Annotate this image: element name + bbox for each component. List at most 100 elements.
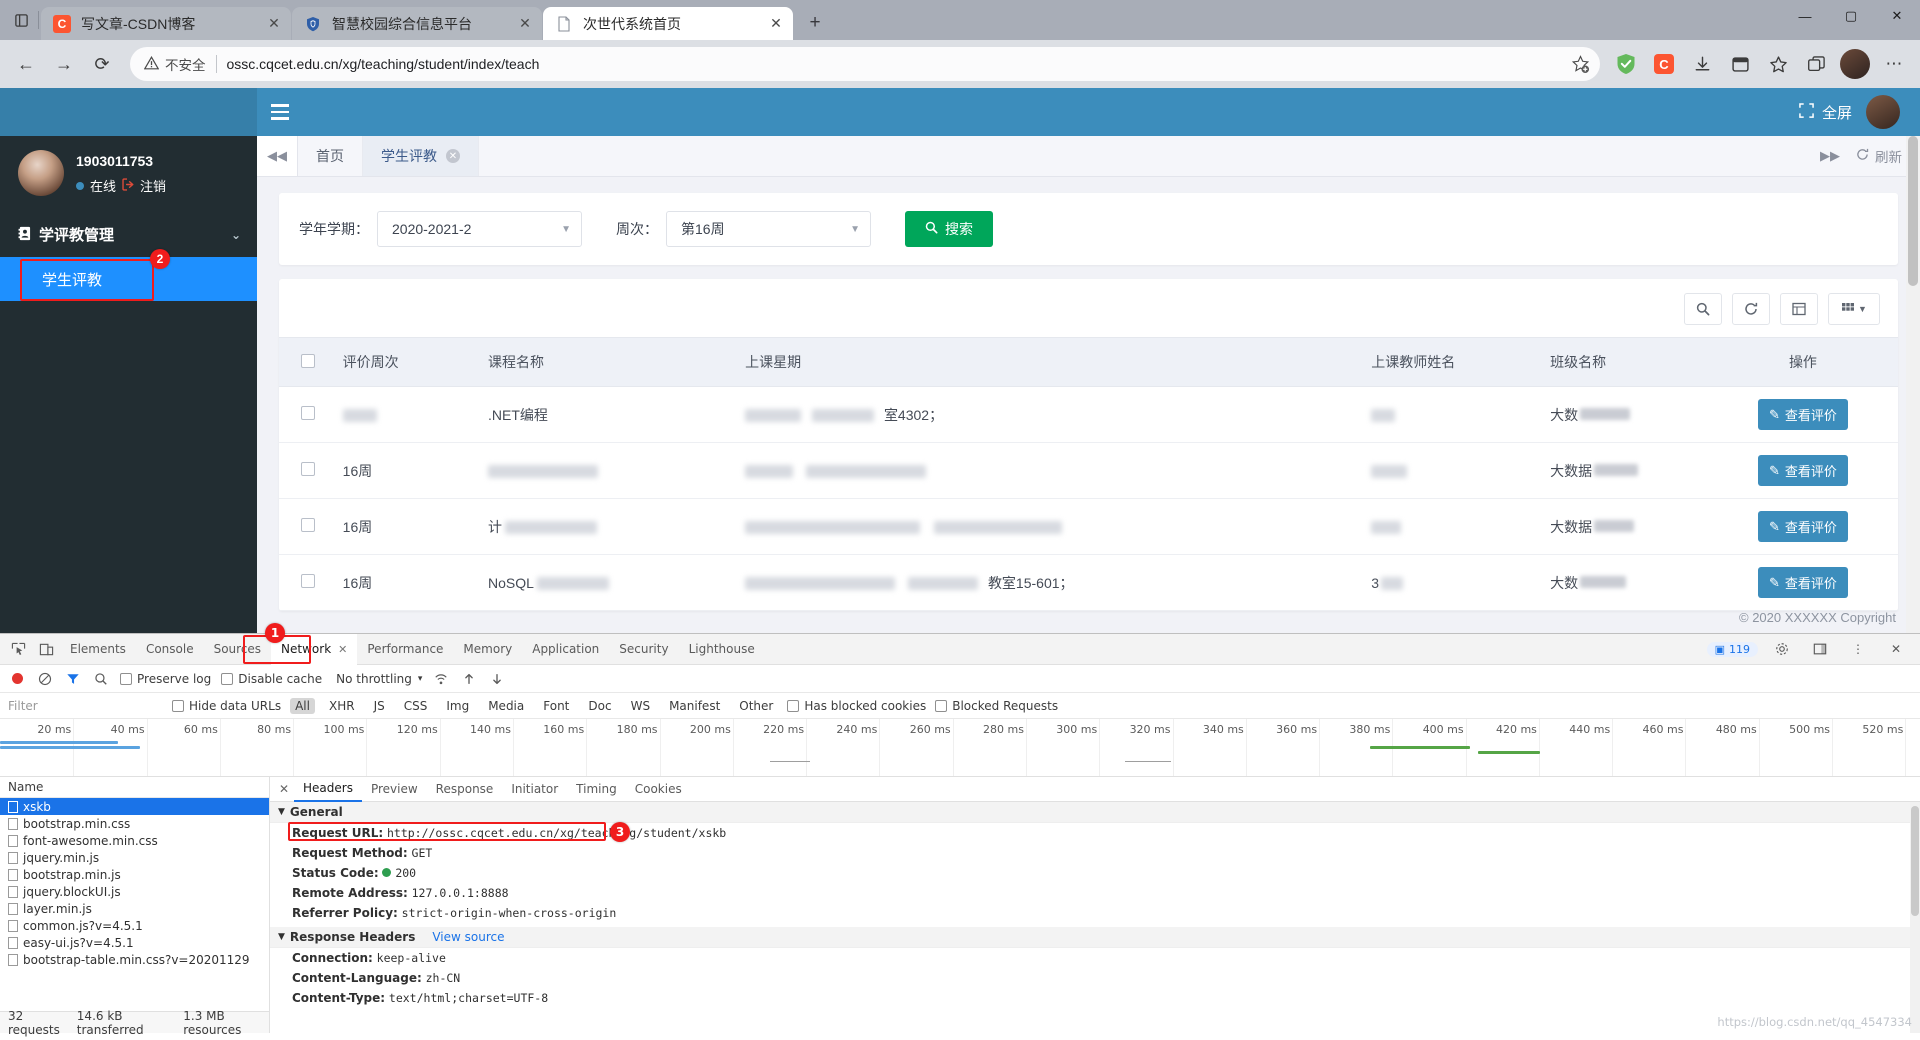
view-evaluation-button[interactable]: ✎查看评价 — [1758, 567, 1848, 598]
profile-avatar[interactable] — [1840, 49, 1870, 79]
adguard-shield-icon[interactable] — [1608, 46, 1644, 82]
devtools-tab-network-close-icon[interactable]: ✕ — [338, 643, 347, 656]
detail-tab-headers[interactable]: Headers — [294, 777, 362, 802]
request-row[interactable]: common.js?v=4.5.1 — [0, 917, 269, 934]
download-icon[interactable] — [1684, 46, 1720, 82]
address-bar[interactable]: 不安全 ossc.cqcet.edu.cn/xg/teaching/studen… — [130, 47, 1600, 81]
filter-input[interactable]: Filter — [0, 699, 160, 713]
table-columns-icon[interactable]: ▼ — [1828, 293, 1880, 325]
filter-type-doc[interactable]: Doc — [583, 698, 616, 714]
request-row[interactable]: font-awesome.min.css — [0, 832, 269, 849]
browser-tab-1[interactable]: C 写文章-CSDN博客 ✕ — [41, 7, 291, 40]
new-tab-button[interactable]: + — [800, 8, 830, 38]
request-row[interactable]: easy-ui.js?v=4.5.1 — [0, 934, 269, 951]
col-action[interactable]: 操作 — [1708, 338, 1898, 387]
col-class[interactable]: 班级名称 — [1540, 338, 1708, 387]
devtools-tab-console[interactable]: Console — [136, 634, 204, 665]
filter-type-font[interactable]: Font — [538, 698, 574, 714]
request-rows[interactable]: xskbbootstrap.min.cssfont-awesome.min.cs… — [0, 798, 269, 1011]
search-button[interactable]: 搜索 — [905, 211, 993, 247]
blocked-requests-checkbox[interactable]: Blocked Requests — [935, 699, 1058, 713]
window-maximize-button[interactable]: ▢ — [1828, 0, 1874, 32]
export-har-icon[interactable] — [488, 670, 506, 688]
detail-close-icon[interactable]: ✕ — [274, 782, 294, 796]
table-row[interactable]: 16周 计 大数据 ✎查看评价 — [279, 499, 1898, 555]
filter-type-other[interactable]: Other — [734, 698, 778, 714]
search-icon[interactable] — [92, 670, 110, 688]
devtools-tab-security[interactable]: Security — [609, 634, 678, 665]
browser-tabs-icon[interactable] — [1798, 46, 1834, 82]
table-search-icon[interactable] — [1684, 293, 1722, 325]
hide-data-urls-checkbox[interactable]: Hide data URLs — [172, 699, 281, 713]
forward-button[interactable]: → — [46, 46, 82, 82]
view-evaluation-button[interactable]: ✎查看评价 — [1758, 511, 1848, 542]
filter-type-js[interactable]: JS — [369, 698, 390, 714]
row-checkbox[interactable] — [301, 574, 315, 588]
col-course[interactable]: 课程名称 — [478, 338, 735, 387]
row-checkbox[interactable] — [301, 518, 315, 532]
filter-type-manifest[interactable]: Manifest — [664, 698, 725, 714]
header-avatar[interactable] — [1866, 95, 1900, 129]
filter-type-css[interactable]: CSS — [399, 698, 433, 714]
devtools-tab-application[interactable]: Application — [522, 634, 609, 665]
collapse-left-icon[interactable]: ◀◀ — [257, 136, 298, 176]
filter-type-img[interactable]: Img — [441, 698, 474, 714]
back-button[interactable]: ← — [8, 46, 44, 82]
request-list-header[interactable]: Name — [0, 777, 269, 798]
sidebar-group-header[interactable]: 学评教管理 ⌄ — [0, 212, 257, 257]
page-scrollbar[interactable] — [1906, 136, 1920, 633]
filter-type-ws[interactable]: WS — [626, 698, 655, 714]
record-icon[interactable] — [8, 670, 26, 688]
browser-tab-3[interactable]: 次世代系统首页 ✕ — [543, 7, 793, 40]
col-week[interactable]: 评价周次 — [333, 338, 478, 387]
issues-count-badge[interactable]: ▣ 119 — [1707, 642, 1758, 657]
browser-tab-2-close-icon[interactable]: ✕ — [514, 13, 536, 35]
filter-type-xhr[interactable]: XHR — [324, 698, 360, 714]
settings-gear-icon[interactable] — [1768, 635, 1796, 663]
row-checkbox[interactable] — [301, 406, 315, 420]
fullscreen-button[interactable]: 全屏 — [1799, 102, 1852, 123]
import-har-icon[interactable] — [460, 670, 478, 688]
window-close-button[interactable]: ✕ — [1874, 0, 1920, 32]
window-minimize-button[interactable]: — — [1782, 0, 1828, 32]
view-evaluation-button[interactable]: ✎查看评价 — [1758, 399, 1848, 430]
col-day[interactable]: 上课星期 — [735, 338, 1361, 387]
table-row[interactable]: 16周 NoSQL 教室15-601； 3 大数 ✎查看评价 — [279, 555, 1898, 611]
request-row[interactable]: jquery.min.js — [0, 849, 269, 866]
site-security-indicator[interactable]: 不安全 — [144, 54, 206, 74]
tab-student-eval[interactable]: 学生评教 ✕ — [363, 136, 479, 176]
hamburger-icon[interactable] — [257, 88, 303, 136]
logout-link[interactable]: 注销 — [122, 176, 166, 195]
browser-tab-1-close-icon[interactable]: ✕ — [263, 13, 285, 35]
network-timeline[interactable]: 20 ms40 ms60 ms80 ms100 ms120 ms140 ms16… — [0, 719, 1920, 777]
detail-tab-timing[interactable]: Timing — [567, 777, 626, 802]
tab-search-icon[interactable] — [4, 0, 38, 40]
devtools-tab-network[interactable]: Network ✕ — [271, 634, 357, 665]
view-source-link[interactable]: View source — [432, 930, 504, 944]
favorites-icon[interactable] — [1760, 46, 1796, 82]
devtools-tab-lighthouse[interactable]: Lighthouse — [679, 634, 765, 665]
request-row[interactable]: bootstrap.min.css — [0, 815, 269, 832]
tab-home[interactable]: 首页 — [298, 136, 363, 176]
sidebar-item-student-eval[interactable]: 学生评教 — [0, 257, 257, 301]
detail-scrollbar[interactable] — [1910, 802, 1920, 1033]
filter-type-media[interactable]: Media — [483, 698, 529, 714]
expand-right-icon[interactable]: ▶▶ — [1820, 148, 1840, 164]
request-row[interactable]: bootstrap.min.js — [0, 866, 269, 883]
collections-icon[interactable] — [1722, 46, 1758, 82]
response-headers-section-header[interactable]: ▼ Response Headers View source — [270, 927, 1920, 948]
request-row[interactable]: xskb — [0, 798, 269, 815]
devtools-more-icon[interactable]: ⋮ — [1844, 635, 1872, 663]
filter-type-all[interactable]: All — [290, 698, 315, 714]
browser-more-menu-button[interactable]: ⋯ — [1876, 46, 1912, 82]
row-checkbox[interactable] — [301, 462, 315, 476]
refresh-button[interactable]: 刷新 — [1856, 146, 1902, 166]
preserve-log-checkbox[interactable]: Preserve log — [120, 672, 211, 686]
devtools-tab-elements[interactable]: Elements — [60, 634, 136, 665]
view-evaluation-button[interactable]: ✎查看评价 — [1758, 455, 1848, 486]
devtools-close-icon[interactable]: ✕ — [1882, 635, 1910, 663]
table-row[interactable]: 16周 大数据 ✎查看评价 — [279, 443, 1898, 499]
device-toolbar-icon[interactable] — [32, 635, 60, 663]
select-all-checkbox[interactable] — [301, 354, 315, 368]
request-row[interactable]: jquery.blockUI.js — [0, 883, 269, 900]
